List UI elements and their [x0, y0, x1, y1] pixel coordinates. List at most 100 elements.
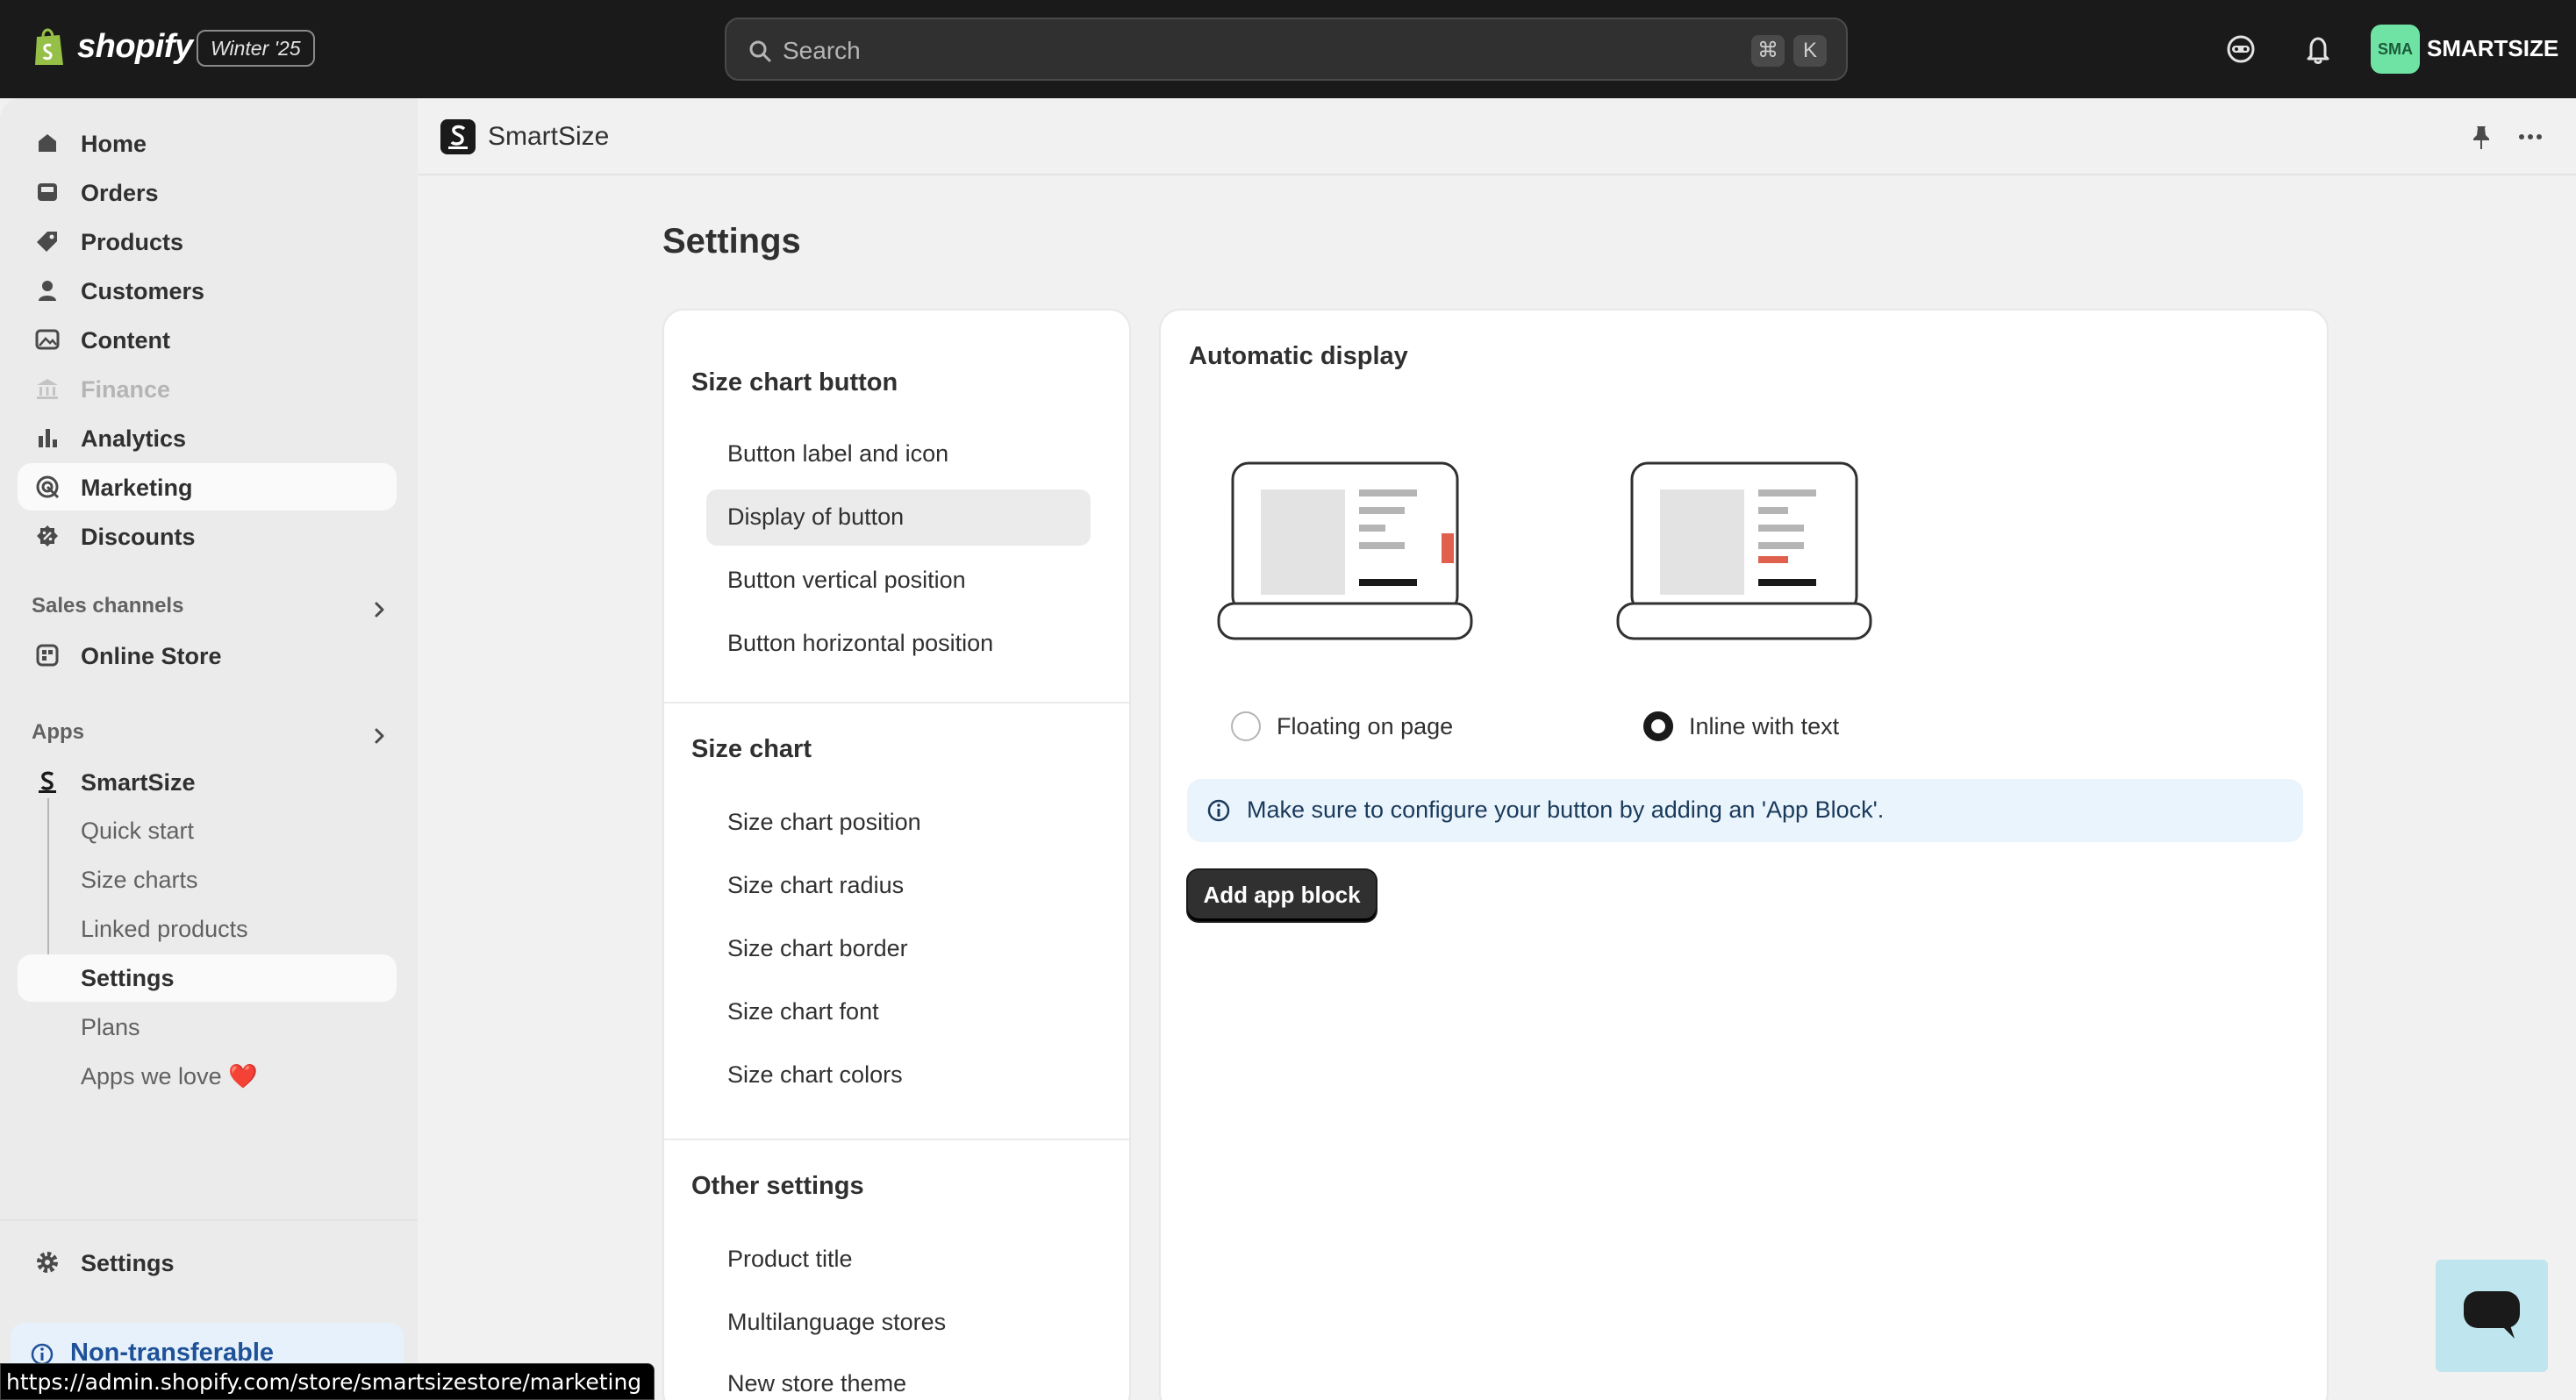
- pin-icon[interactable]: [2465, 121, 2497, 153]
- search-icon: [749, 40, 771, 62]
- menu-item-display-of-button[interactable]: Display of button: [706, 489, 1091, 546]
- sidebar-subitem-apps-we-love[interactable]: Apps we love ❤️: [81, 1062, 258, 1090]
- tree-line: [47, 798, 49, 974]
- shopify-bag-icon: [35, 28, 63, 65]
- sidebar-item-online-store[interactable]: Online Store: [18, 632, 397, 679]
- tag-icon: [37, 232, 57, 252]
- sidebar-item-label: Products: [81, 229, 184, 255]
- divider: [664, 1139, 1129, 1140]
- menu-item-label: Size chart colors: [727, 1061, 903, 1088]
- menu-item-multilanguage-stores[interactable]: Multilanguage stores: [706, 1295, 1091, 1351]
- sidebar-item-label: Finance: [81, 376, 171, 403]
- sidebar-item-orders[interactable]: Orders: [18, 168, 397, 216]
- sidebar-item-label: Orders: [81, 180, 159, 206]
- home-icon: [39, 134, 56, 152]
- sidebar-item-settings[interactable]: Settings: [18, 1239, 397, 1286]
- k-key-hint: K: [1793, 35, 1827, 67]
- option-label: Inline with text: [1689, 713, 1840, 739]
- sidebar-item-label: Home: [81, 131, 147, 157]
- sidebar-item-products[interactable]: Products: [18, 218, 397, 265]
- shopify-logo[interactable]: shopify: [33, 26, 193, 67]
- sidebar-subitem-size-charts[interactable]: Size charts: [81, 866, 198, 894]
- menu-item-label: Size chart border: [727, 935, 908, 961]
- menu-item-size-chart-position[interactable]: Size chart position: [706, 795, 1091, 851]
- sidebar-item-label: Content: [81, 327, 170, 354]
- sales-channels-heading[interactable]: Sales channels: [32, 593, 183, 619]
- divider: [0, 1219, 418, 1221]
- sidebar-item-marketing[interactable]: Marketing: [18, 463, 397, 511]
- sidebar-item-smartsize[interactable]: SmartSize: [18, 758, 397, 805]
- sidebar-item-label: Settings: [81, 1250, 175, 1276]
- menu-item-button-vertical-position[interactable]: Button vertical position: [706, 553, 1091, 609]
- store-name[interactable]: SMARTSIZE: [2427, 33, 2558, 63]
- menu-item-size-chart-font[interactable]: Size chart font: [706, 984, 1091, 1040]
- edition-badge[interactable]: Winter '25: [197, 30, 315, 67]
- inline-button-illustration[interactable]: [1616, 451, 1876, 644]
- bank-icon: [37, 379, 58, 399]
- sidebar-item-discounts[interactable]: Discounts: [18, 512, 397, 560]
- sidebar-item-label: Marketing: [81, 475, 193, 501]
- radio-inline[interactable]: [1643, 711, 1673, 741]
- option-inline-with-text[interactable]: Inline with text: [1643, 709, 1839, 744]
- sidebar-subitem-quick-start[interactable]: Quick start: [81, 817, 194, 845]
- menu-item-product-title[interactable]: Product title: [706, 1232, 1091, 1288]
- sidebar-item-customers[interactable]: Customers: [18, 267, 397, 314]
- info-banner: Make sure to configure your button by ad…: [1187, 779, 2303, 842]
- menu-item-label: Multilanguage stores: [727, 1309, 947, 1335]
- search-input[interactable]: Search: [783, 35, 861, 67]
- sidebar-subitem-linked-products[interactable]: Linked products: [81, 915, 248, 943]
- chat-icon: [2464, 1291, 2520, 1339]
- menu-item-label: Button label and icon: [727, 440, 949, 467]
- menu-item-button-label-and-icon[interactable]: Button label and icon: [706, 426, 1091, 482]
- chat-button[interactable]: [2436, 1260, 2548, 1372]
- more-options-icon[interactable]: [2515, 121, 2546, 153]
- smartsize-logo-icon: [440, 119, 476, 154]
- menu-item-size-chart-radius[interactable]: Size chart radius: [706, 858, 1091, 914]
- avatar[interactable]: SMA: [2371, 25, 2420, 74]
- menu-item-label: New store theme: [727, 1370, 907, 1396]
- radio-floating[interactable]: [1231, 711, 1261, 741]
- menu-item-size-chart-border[interactable]: Size chart border: [706, 921, 1091, 977]
- option-label: Floating on page: [1277, 713, 1454, 739]
- settings-menu-card: Size chart button Button label and icon …: [662, 309, 1131, 1400]
- sidebar-item-analytics[interactable]: Analytics: [18, 414, 397, 461]
- group-title-other-settings: Other settings: [691, 1172, 864, 1200]
- sidekick-icon[interactable]: [2223, 32, 2258, 67]
- chevron-right-icon[interactable]: [369, 725, 390, 746]
- top-bar: shopify Winter '25 Search ⌘ K SMA SMARTS…: [0, 0, 2576, 98]
- person-icon: [39, 281, 56, 301]
- bell-icon[interactable]: [2301, 32, 2336, 67]
- sidebar-item-label: SmartSize: [81, 769, 196, 796]
- sidebar-item-finance: Finance: [18, 365, 397, 412]
- discount-icon: [37, 525, 58, 546]
- sidebar-item-label: Customers: [81, 278, 205, 304]
- page-title: Settings: [662, 222, 801, 261]
- menu-item-button-horizontal-position[interactable]: Button horizontal position: [706, 616, 1091, 672]
- option-floating-on-page[interactable]: Floating on page: [1231, 709, 1453, 744]
- floating-button-illustration[interactable]: [1217, 451, 1477, 644]
- sidebar-subitem-plans[interactable]: Plans: [81, 1013, 140, 1041]
- group-title-size-chart: Size chart: [691, 735, 812, 763]
- sidebar-subitem-label: Settings: [81, 965, 175, 991]
- menu-item-label: Product title: [727, 1246, 853, 1272]
- sidebar-item-home[interactable]: Home: [18, 119, 397, 167]
- store-icon: [36, 644, 59, 667]
- menu-item-new-store-theme[interactable]: New store theme: [706, 1356, 1091, 1400]
- group-title-size-chart-button: Size chart button: [691, 368, 898, 396]
- apps-heading[interactable]: Apps: [32, 719, 84, 746]
- sidebar-subitem-settings[interactable]: Settings: [18, 954, 397, 1002]
- gear-icon: [37, 1252, 58, 1273]
- sidebar-item-content[interactable]: Content: [18, 316, 397, 363]
- menu-item-size-chart-colors[interactable]: Size chart colors: [706, 1047, 1091, 1104]
- add-app-block-button[interactable]: Add app block: [1188, 870, 1376, 921]
- info-icon: [1207, 799, 1230, 822]
- app-title: SmartSize: [488, 122, 610, 151]
- sidebar-item-label: Analytics: [81, 425, 187, 452]
- chevron-right-icon[interactable]: [369, 599, 390, 620]
- sidebar-item-label: Online Store: [81, 643, 222, 669]
- status-url: https://admin.shopify.com/store/smartsiz…: [0, 1363, 655, 1400]
- menu-item-label: Size chart font: [727, 998, 879, 1025]
- banner-text: Make sure to configure your button by ad…: [1247, 796, 1885, 823]
- search-bar[interactable]: Search ⌘ K: [725, 18, 1848, 81]
- sidebar-item-label: Discounts: [81, 524, 196, 550]
